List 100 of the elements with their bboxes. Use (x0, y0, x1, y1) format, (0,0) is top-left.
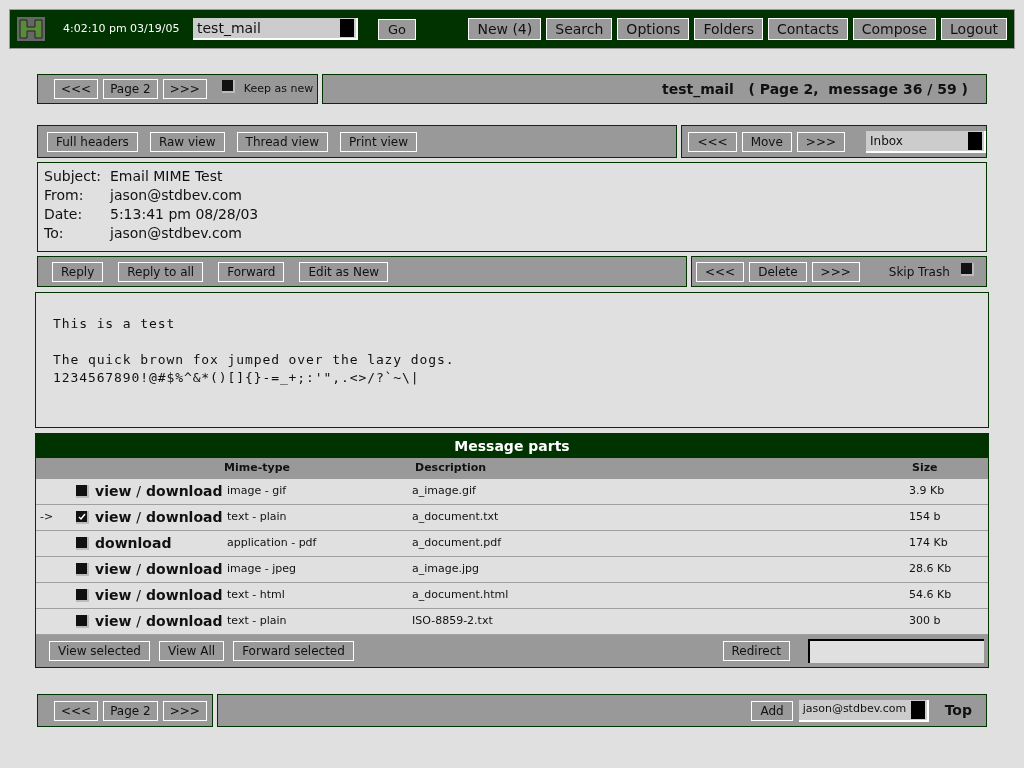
description-cell-text: a_document.html (412, 587, 510, 604)
size-cell: 28.6 Kb (909, 561, 952, 578)
description-cell-text: a_document.pdf (412, 535, 503, 552)
nav-button[interactable]: Logout (941, 18, 1007, 40)
link-separator: / (136, 586, 142, 605)
header-label: From: (44, 186, 85, 205)
mime-type-cell-text: image - jpeg (226, 561, 297, 578)
message-title: test_mail ( Page 2, message 36 / 59 ) (662, 79, 968, 100)
previous-message-button[interactable]: <<< (696, 261, 745, 282)
contact-select[interactable]: jason@stdbev.com (798, 699, 929, 722)
delete-button[interactable]: Delete (749, 261, 807, 282)
folder-select[interactable]: test_mail (193, 18, 358, 40)
link-separator: / (136, 612, 142, 631)
part-link[interactable]: download (146, 507, 223, 528)
page-button[interactable]: Page 2 (103, 79, 158, 99)
current-part-pointer: -> (40, 510, 54, 524)
reply-button[interactable]: Edit as New (299, 261, 389, 282)
checkbox[interactable] (76, 563, 89, 576)
checkbox[interactable] (221, 80, 235, 93)
part-link[interactable]: view (95, 559, 132, 580)
checkbox[interactable] (76, 589, 89, 602)
top-link[interactable]: Top (944, 700, 972, 721)
next-message-button[interactable]: >>> (811, 261, 860, 282)
column-header: Mime-type (224, 460, 291, 477)
column-header: Description (415, 460, 488, 477)
nav-button[interactable]: Options (617, 18, 690, 40)
reply-button[interactable]: Forward (218, 261, 285, 282)
next-page-button[interactable]: >>> (162, 700, 207, 721)
add-button[interactable]: Add (751, 700, 793, 721)
checkbox[interactable] (76, 511, 89, 524)
description-cell-text: ISO-8859-2.txt (412, 613, 494, 630)
previous-page-button[interactable]: <<< (54, 700, 99, 721)
description-cell-text: a_image.gif (412, 483, 477, 500)
go-button[interactable]: Go (378, 18, 417, 40)
move-button[interactable]: Move (741, 131, 792, 152)
nav-button[interactable]: Search (546, 18, 613, 40)
body-line: The quick brown fox jumped over the lazy dogs. (53, 351, 455, 369)
nav-button[interactable]: Contacts (767, 18, 848, 40)
link-separator: / (136, 508, 142, 527)
checkbox[interactable] (76, 537, 89, 550)
clock-text: 4:02:10 pm 03/19/05 (63, 20, 181, 37)
view-button[interactable]: Raw view (149, 131, 225, 152)
column-header: Size (912, 460, 938, 477)
previous-page-button[interactable]: <<< (54, 79, 99, 99)
part-link[interactable]: view (95, 481, 132, 502)
header-value: 5:13:41 pm 08/28/03 (110, 205, 259, 224)
body-line: This is a test (53, 315, 176, 333)
logo-icon (17, 17, 45, 41)
move-folder-select[interactable]: Inbox (866, 130, 986, 153)
next-page-button[interactable]: >>> (162, 79, 207, 99)
skip-trash-label: Skip Trash (888, 263, 950, 281)
next-message-button[interactable]: >>> (796, 131, 845, 152)
parts-title: Message parts (454, 436, 570, 456)
checkbox[interactable] (76, 615, 89, 628)
size-cell: 54.6 Kb (909, 587, 952, 604)
reply-button[interactable]: Reply (52, 261, 104, 282)
view-button[interactable]: Thread view (236, 131, 328, 152)
checkbox[interactable] (76, 485, 89, 498)
description-cell-text: a_document.txt (412, 509, 500, 526)
header-label: Subject: (44, 167, 103, 186)
nav-button[interactable]: New (4) (468, 18, 542, 40)
keep-as-new-label: Keep as new (243, 80, 314, 97)
body-line: 1234567890!@#$%^&*()[]{}-=_+;:'",.<>/?`~\| (53, 369, 420, 387)
previous-message-button[interactable]: <<< (688, 131, 737, 152)
parts-button[interactable]: View All (158, 641, 225, 661)
checkbox[interactable] (960, 262, 974, 276)
header-value: jason@stdbev.com (110, 224, 242, 243)
part-link[interactable]: download (95, 533, 172, 554)
size-cell: 300 b (909, 613, 941, 630)
mime-type-cell-text: application - pdf (226, 535, 318, 552)
part-link[interactable]: view (95, 585, 132, 606)
nav-button[interactable]: Folders (694, 18, 763, 40)
page-button[interactable]: Page 2 (103, 700, 158, 721)
part-link[interactable]: download (146, 481, 223, 502)
mime-type-cell-text: text - html (226, 587, 286, 604)
header-value: Email MIME Test (110, 167, 223, 186)
view-button[interactable]: Full headers (47, 131, 138, 152)
link-separator: / (136, 482, 142, 501)
reply-button[interactable]: Reply to all (118, 261, 204, 282)
link-separator: / (136, 560, 142, 579)
header-value: jason@stdbev.com (110, 186, 242, 205)
header-label: To: (44, 224, 65, 243)
parts-button[interactable]: View selected (49, 641, 150, 661)
view-button[interactable]: Print view (340, 131, 418, 152)
redirect-button[interactable]: Redirect (722, 641, 790, 661)
part-link[interactable]: view (95, 611, 132, 632)
header-label: Date: (44, 205, 84, 224)
parts-button[interactable]: Forward selected (233, 641, 354, 661)
description-cell-text: a_image.jpg (412, 561, 481, 578)
mime-type-cell-text: text - plain (226, 509, 288, 526)
mime-type-cell-text: text - plain (226, 613, 288, 630)
check-icon (77, 512, 86, 521)
redirect-input-field[interactable] (808, 639, 984, 663)
size-cell: 174 Kb (909, 535, 948, 552)
part-link[interactable]: download (146, 559, 223, 580)
nav-button[interactable]: Compose (852, 18, 937, 40)
size-cell: 3.9 Kb (909, 483, 945, 500)
part-link[interactable]: view (95, 507, 132, 528)
part-link[interactable]: download (146, 585, 223, 606)
part-link[interactable]: download (146, 611, 223, 632)
